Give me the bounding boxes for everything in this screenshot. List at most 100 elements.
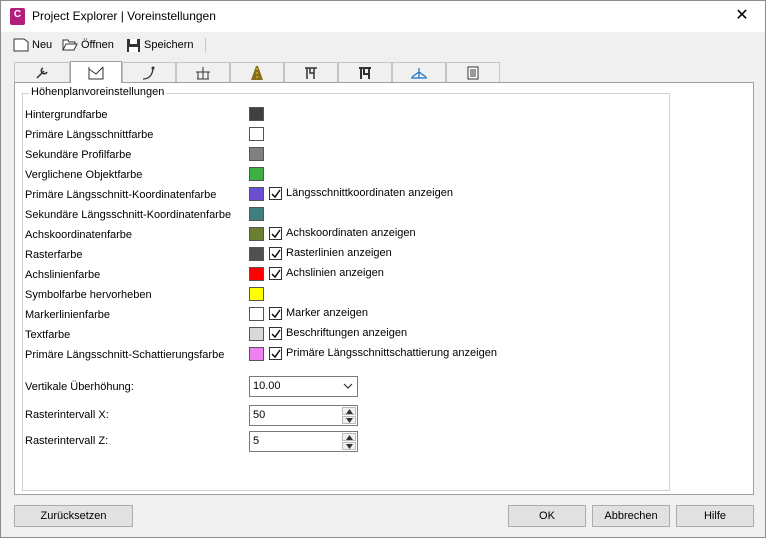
checkbox-show-profile-coordinates[interactable] xyxy=(269,187,282,200)
checkmark-icon xyxy=(271,309,281,319)
save-disk-icon xyxy=(127,38,140,52)
grid-interval-z-spinner[interactable] xyxy=(342,433,356,450)
tab-profile-view[interactable] xyxy=(70,61,122,83)
cancel-button[interactable]: Abbrechen xyxy=(592,505,670,527)
swatch-secondary-profile-color[interactable] xyxy=(249,147,264,161)
checkmark-icon xyxy=(271,269,281,279)
label-secondary-coordinate-color: Sekundäre Längsschnitt-Koordinatenfarbe xyxy=(25,209,232,221)
grid-interval-x-input[interactable]: 50 xyxy=(249,405,358,426)
label-highlight-symbol-color: Symbolfarbe hervorheben xyxy=(25,289,152,301)
help-button[interactable]: Hilfe xyxy=(676,505,754,527)
caret-up-icon xyxy=(346,435,353,440)
label-axis-coordinate-color: Achskoordinatenfarbe xyxy=(25,229,133,241)
open-label: Öffnen xyxy=(81,39,114,51)
spin-down-button[interactable] xyxy=(342,442,356,450)
swatch-grid-color[interactable] xyxy=(249,247,264,261)
close-button[interactable]: ✕ xyxy=(719,1,765,32)
checkmark-icon xyxy=(271,249,281,259)
vertical-exaggeration-dropdown[interactable]: 10.00 xyxy=(249,376,358,397)
save-button[interactable]: Speichern xyxy=(126,36,194,54)
swatch-highlight-symbol-color[interactable] xyxy=(249,287,264,301)
checkmark-icon xyxy=(271,329,281,339)
swatch-text-color[interactable] xyxy=(249,327,264,341)
table-icon xyxy=(467,66,479,80)
label-show-primary-shading: Primäre Längsschnittschattierung anzeige… xyxy=(286,347,497,359)
toolbar: Neu Öffnen Speichern xyxy=(1,32,765,58)
checkbox-show-axis-coordinates[interactable] xyxy=(269,227,282,240)
road-icon xyxy=(251,66,263,80)
label-background-color: Hintergrundfarbe xyxy=(25,109,108,121)
grid-interval-x-value: 50 xyxy=(253,409,266,421)
checkbox-show-grid-lines[interactable] xyxy=(269,247,282,260)
label-show-profile-coordinates: Längsschnittkoordinaten anzeigen xyxy=(286,187,453,199)
swatch-background-color[interactable] xyxy=(249,107,264,121)
tab-bridge[interactable] xyxy=(176,62,230,83)
label-marker-line-color: Markerlinienfarbe xyxy=(25,309,110,321)
checkmark-icon xyxy=(271,349,281,359)
ok-button[interactable]: OK xyxy=(508,505,586,527)
label-show-axis-coordinates: Achskoordinaten anzeigen xyxy=(286,227,416,239)
pressure-pipe-icon xyxy=(359,67,371,79)
swatch-primary-coordinate-color[interactable] xyxy=(249,187,264,201)
profile-view-icon xyxy=(88,66,104,79)
grid-interval-x-spinner[interactable] xyxy=(342,407,356,424)
title-bar: C Project Explorer | Voreinstellungen ✕ xyxy=(1,1,765,32)
save-label: Speichern xyxy=(144,39,194,51)
group-title: Höhenplanvoreinstellungen xyxy=(29,86,167,98)
label-grid-interval-z: Rasterintervall Z: xyxy=(25,435,109,447)
swatch-primary-shading-color[interactable] xyxy=(249,347,264,361)
checkbox-show-labels[interactable] xyxy=(269,327,282,340)
swatch-axis-coordinate-color[interactable] xyxy=(249,227,264,241)
swatch-secondary-coordinate-color[interactable] xyxy=(249,207,264,221)
label-compared-object-color: Verglichene Objektfarbe xyxy=(25,169,143,181)
tab-cross-section[interactable] xyxy=(392,62,446,83)
label-vertical-exaggeration: Vertikale Überhöhung: xyxy=(25,381,134,393)
new-label: Neu xyxy=(32,39,53,51)
label-primary-shading-color: Primäre Längsschnitt-Schattierungsfarbe xyxy=(25,349,225,361)
swatch-marker-line-color[interactable] xyxy=(249,307,264,321)
tab-table[interactable] xyxy=(446,62,500,83)
wrench-icon xyxy=(36,67,48,79)
caret-down-icon xyxy=(346,444,353,449)
reset-button[interactable]: Zurücksetzen xyxy=(14,505,133,527)
swatch-compared-object-color[interactable] xyxy=(249,167,264,181)
tab-alignment[interactable] xyxy=(122,62,176,83)
pipe-network-icon xyxy=(305,67,317,79)
label-axis-line-color: Achslinienfarbe xyxy=(25,269,101,281)
new-file-icon xyxy=(13,38,29,52)
label-secondary-profile-color: Sekundäre Profilfarbe xyxy=(25,149,132,161)
tab-pipe-network[interactable] xyxy=(284,62,338,83)
spin-down-button[interactable] xyxy=(342,416,356,424)
tab-general[interactable] xyxy=(14,62,70,83)
label-grid-interval-x: Rasterintervall X: xyxy=(25,409,109,421)
alignment-curve-icon xyxy=(142,66,155,80)
checkbox-show-axis-lines[interactable] xyxy=(269,267,282,280)
toolbar-separator xyxy=(205,38,206,52)
label-show-axis-lines: Achslinien anzeigen xyxy=(286,267,384,279)
label-primary-coordinate-color: Primäre Längsschnitt-Koordinatenfarbe xyxy=(25,189,217,201)
swatch-primary-profile-color[interactable] xyxy=(249,127,264,141)
label-primary-profile-color: Primäre Längsschnittfarbe xyxy=(25,129,154,141)
tab-road[interactable] xyxy=(230,62,284,83)
grid-interval-z-input[interactable]: 5 xyxy=(249,431,358,452)
spin-up-button[interactable] xyxy=(342,407,356,415)
dialog-window: C Project Explorer | Voreinstellungen ✕ … xyxy=(0,0,766,538)
new-button[interactable]: Neu xyxy=(13,36,52,54)
grid-interval-z-value: 5 xyxy=(253,435,260,447)
tab-pressure-pipe[interactable] xyxy=(338,62,392,83)
checkbox-show-primary-shading[interactable] xyxy=(269,347,282,360)
label-show-labels: Beschriftungen anzeigen xyxy=(286,327,408,339)
spin-up-button[interactable] xyxy=(342,433,356,441)
checkmark-icon xyxy=(271,229,281,239)
label-show-markers: Marker anzeigen xyxy=(286,307,368,319)
checkbox-show-markers[interactable] xyxy=(269,307,282,320)
swatch-axis-line-color[interactable] xyxy=(249,267,264,281)
label-grid-color: Rasterfarbe xyxy=(25,249,83,261)
caret-up-icon xyxy=(346,409,353,414)
checkmark-icon xyxy=(271,189,281,199)
open-button[interactable]: Öffnen xyxy=(62,36,114,54)
label-show-grid-lines: Rasterlinien anzeigen xyxy=(286,247,392,259)
folder-open-icon xyxy=(62,39,78,51)
vertical-exaggeration-value: 10.00 xyxy=(253,380,281,392)
tab-strip xyxy=(14,61,754,83)
